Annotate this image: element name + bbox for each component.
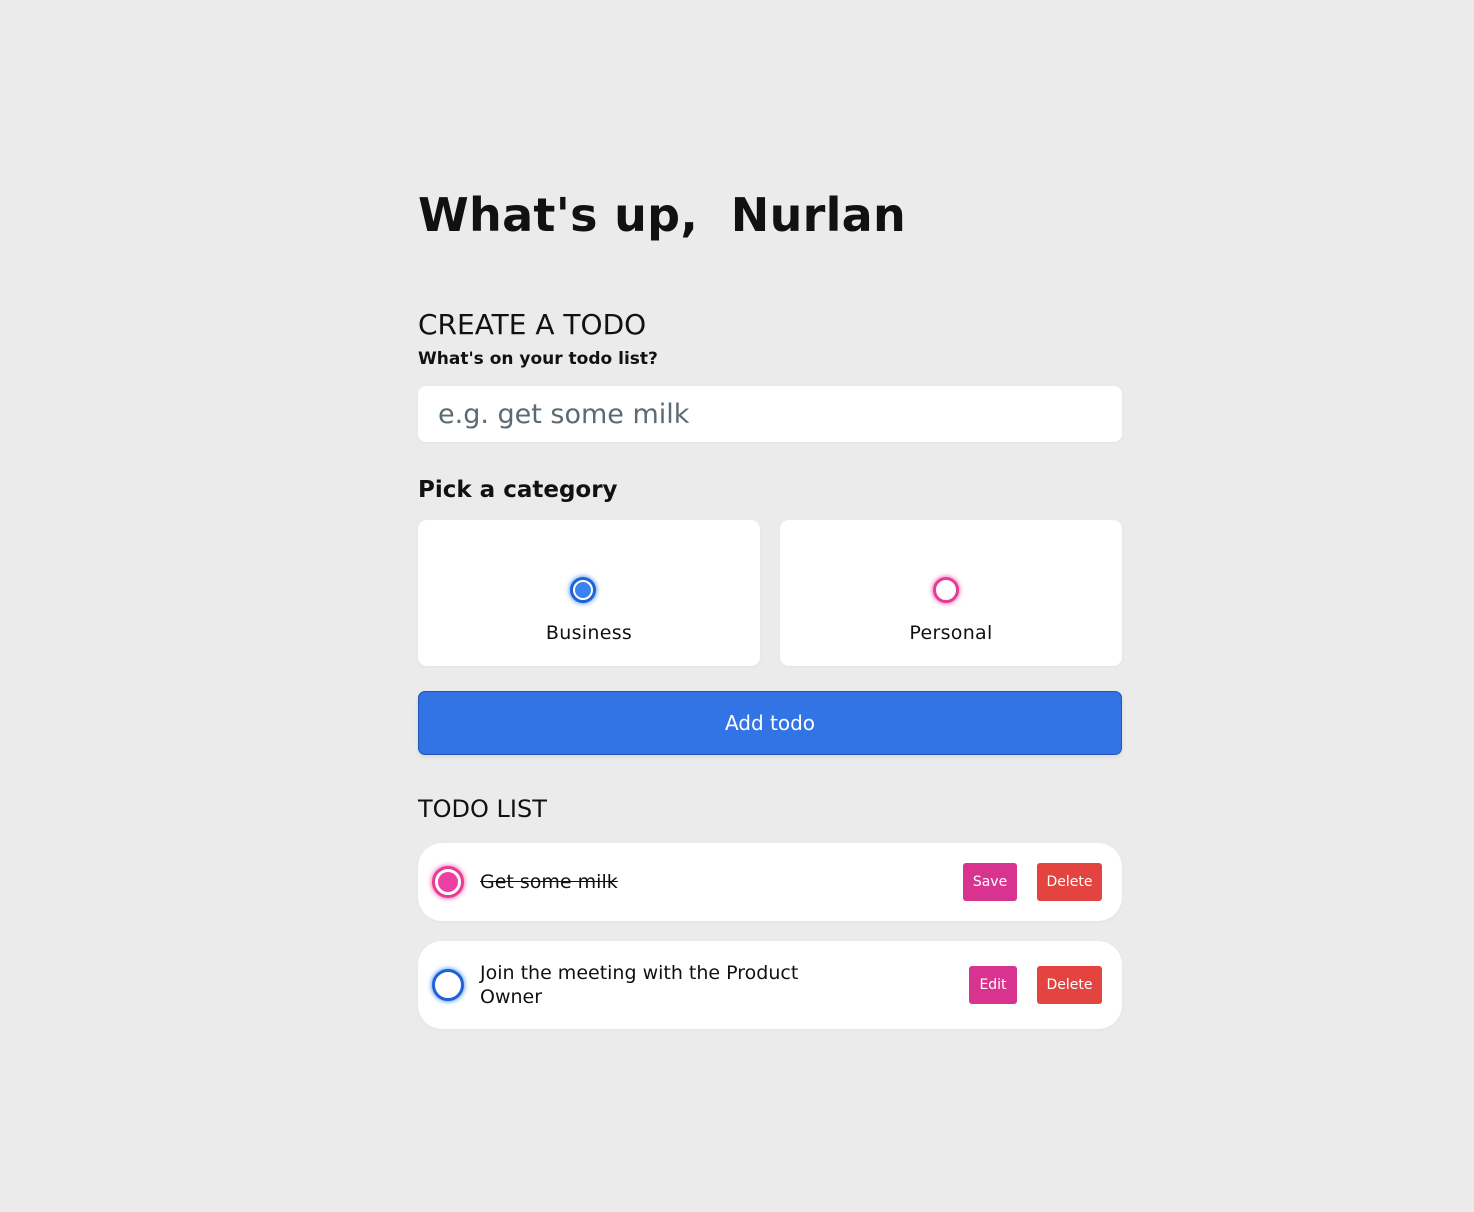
category-personal-option[interactable]: Personal <box>780 520 1122 666</box>
todo-list-title: TODO LIST <box>418 795 547 823</box>
todo-item-text: Get some milk <box>480 871 618 893</box>
category-business-label: Business <box>545 622 633 644</box>
greeting-title: What's up, Nurlan <box>418 188 907 242</box>
personal-radio-icon[interactable] <box>933 577 959 603</box>
todo-item-text: Join the meeting with the Product Owner <box>480 962 799 1008</box>
delete-button[interactable]: Delete <box>1037 863 1102 901</box>
todo-input[interactable] <box>418 386 1122 442</box>
add-todo-button[interactable]: Add todo <box>418 691 1122 755</box>
edit-button[interactable]: Edit <box>969 966 1017 1004</box>
create-todo-title: CREATE A TODO <box>418 308 647 341</box>
save-button[interactable]: Save <box>963 863 1017 901</box>
todo-item: Join the meeting with the Product Owner … <box>418 941 1122 1029</box>
category-personal-label: Personal <box>909 622 993 644</box>
category-business-option[interactable]: Business <box>418 520 760 666</box>
todo-input-label: What's on your todo list? <box>418 349 658 369</box>
delete-button[interactable]: Delete <box>1037 966 1102 1004</box>
todo-item: Get some milk Save Delete <box>418 843 1122 921</box>
category-label: Pick a category <box>418 477 618 503</box>
business-check-icon[interactable] <box>432 969 464 1001</box>
personal-check-icon[interactable] <box>432 866 464 898</box>
business-radio-icon[interactable] <box>570 577 596 603</box>
